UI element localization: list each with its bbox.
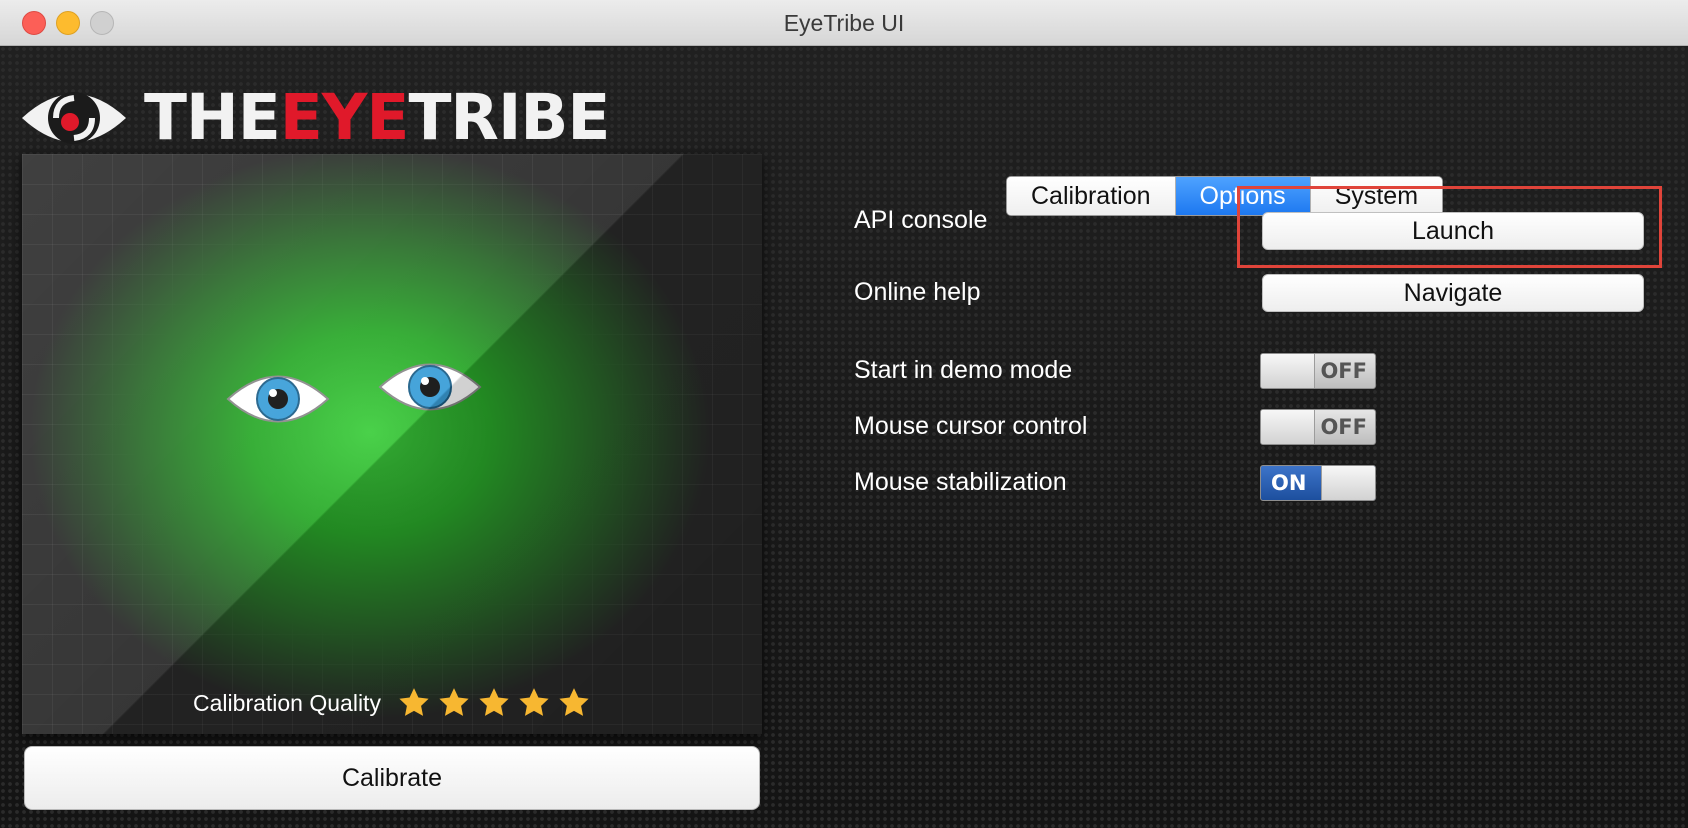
stabilization-toggle[interactable]: ON — [1260, 465, 1376, 501]
star-icon — [399, 688, 429, 716]
demo-mode-label: Start in demo mode — [854, 356, 1073, 384]
app-content: THEEYETRIBE Calibration Quality Calibrat… — [0, 46, 1688, 828]
window-title: EyeTribe UI — [783, 10, 905, 36]
toggle-knob — [1261, 410, 1315, 444]
star-icon — [479, 688, 509, 716]
star-icon — [559, 688, 589, 716]
online-help-label: Online help — [854, 278, 981, 306]
title-bar: EyeTribe UI — [0, 0, 1688, 46]
calibrate-button[interactable]: Calibrate — [24, 746, 760, 810]
brand-wordmark-eye: EYE — [279, 81, 410, 154]
brand-wordmark-the: THE — [144, 81, 281, 154]
brand-wordmark: THEEYETRIBE — [144, 78, 610, 158]
cursor-control-toggle[interactable]: OFF — [1260, 409, 1376, 445]
brand-logo: THEEYETRIBE — [18, 78, 610, 158]
toggle-knob — [1321, 466, 1375, 500]
api-console-label: API console — [854, 206, 988, 234]
toggle-state: OFF — [1320, 415, 1367, 439]
highlight-annotation — [1237, 186, 1662, 268]
preview-sheen — [22, 154, 762, 734]
star-icon — [519, 688, 549, 716]
stabilization-label: Mouse stabilization — [854, 468, 1067, 496]
tab-calibration[interactable]: Calibration — [1007, 177, 1175, 215]
cursor-control-label: Mouse cursor control — [854, 412, 1088, 440]
toggle-state: OFF — [1320, 359, 1367, 383]
quality-stars — [391, 686, 591, 720]
star-icon — [439, 688, 469, 716]
brand-wordmark-tribe: TRIBE — [408, 81, 610, 154]
calibration-quality-label: Calibration Quality — [193, 689, 381, 716]
navigate-button[interactable]: Navigate — [1262, 274, 1644, 312]
calibration-quality: Calibration Quality — [22, 686, 762, 720]
tracking-preview: Calibration Quality — [22, 154, 762, 734]
toggle-knob — [1261, 354, 1315, 388]
toggle-state: ON — [1271, 471, 1307, 495]
eye-logo-icon — [22, 92, 126, 144]
demo-mode-toggle[interactable]: OFF — [1260, 353, 1376, 389]
